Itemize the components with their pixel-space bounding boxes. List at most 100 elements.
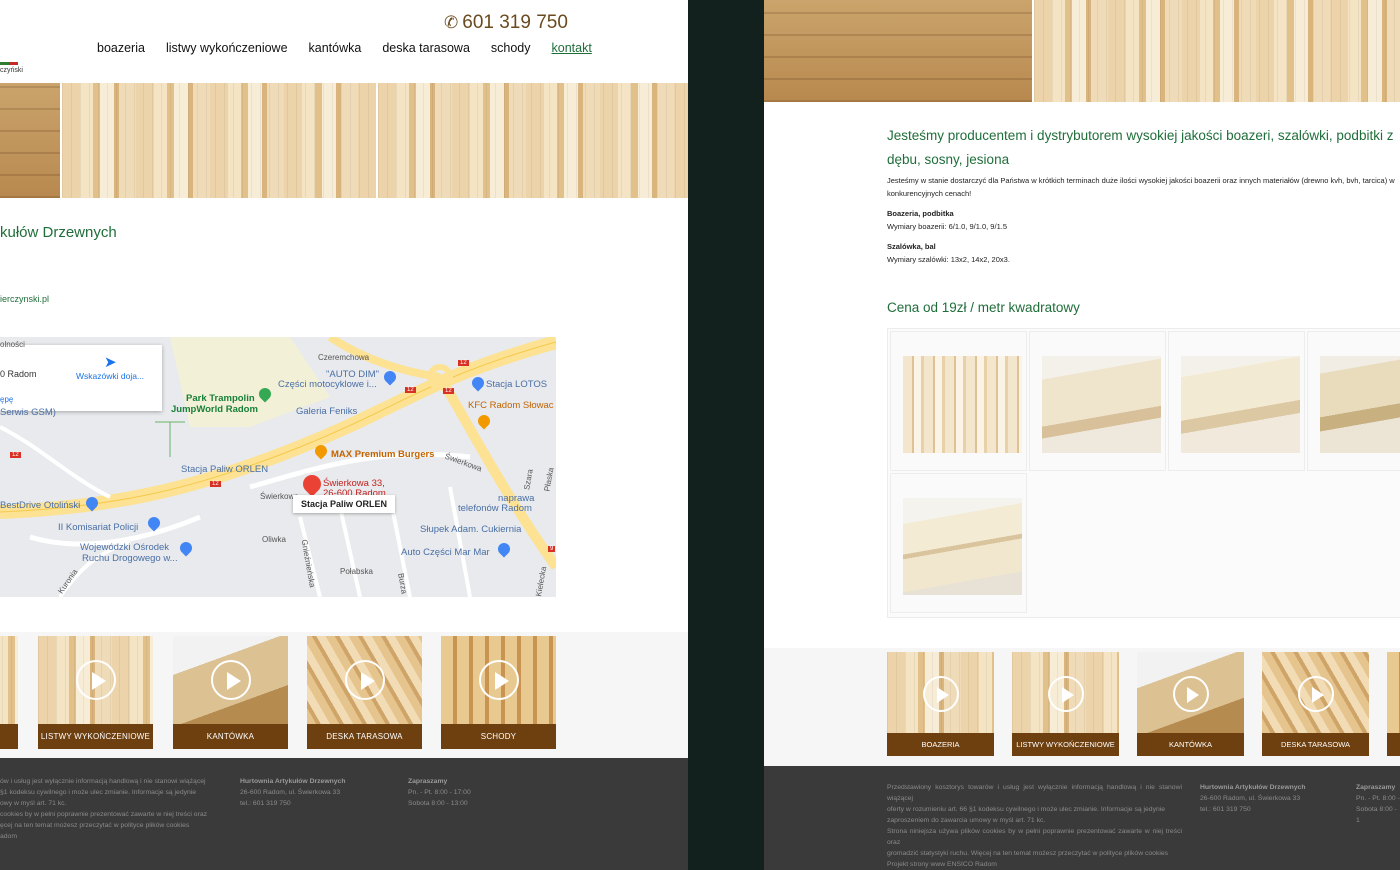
header-banner [0,83,688,198]
email-link[interactable]: ierczynski.pl [0,294,49,304]
directions-icon[interactable]: ➤ [104,353,117,371]
footer-line[interactable]: adom [0,831,222,842]
gallery-item[interactable] [890,331,1027,471]
nav-kontakt[interactable]: kontakt [552,41,592,55]
map-label-bestdrive: BestDrive Otoliński [0,500,81,511]
category-tile-listwy[interactable]: LISTWY WYKOŃCZENIOWE [38,636,153,749]
footer-address: 26-600 Radom, ul. Świerkowa 33 [240,789,341,796]
gallery-image[interactable] [1042,356,1161,453]
footer-hours-saturday: Sobota 8:00 - 1 [1356,806,1397,824]
footer-hours-weekdays: Pn. - Pt. 8:00 - 17:00 [408,789,471,796]
map-larger-link[interactable]: ępę [0,395,13,404]
category-tile-schody[interactable] [1387,652,1400,756]
section-text-boazeria: Wymiary boazerii: 6/1.0, 9/1.0, 9/1.5 [887,222,1007,231]
category-tile-listwy[interactable]: LISTWY WYKOŃCZENIOWE [1012,652,1119,756]
header-banner [764,0,1400,102]
nav-listwy[interactable]: listwy wykończeniowe [166,41,288,55]
page-title: kułów Drzewnych [0,224,117,241]
map-label-komisariat: II Komisariat Policji [58,522,139,533]
footer-line[interactable]: Projekt strony www ENSICO Radom [887,859,1182,870]
gallery-image[interactable] [1181,356,1300,453]
gallery-item[interactable] [1029,331,1166,471]
map-label-wolnosc: olności [0,340,25,349]
footer-line: ów i usług jest wyłącznie informacją han… [0,778,206,785]
map-info-card: 0 Radom ➤ Wskazówki doja... ępę [0,345,162,411]
gallery-item[interactable] [1168,331,1305,471]
map-directions-link[interactable]: Wskazówki doja... [76,371,144,381]
footer-hours: Zapraszamy Pn. - Pt. 8:00 - Sobota 8:00 … [1356,782,1400,826]
map-label-park: Park Trampolin [186,393,255,404]
footer-hours-title: Zapraszamy [408,778,448,785]
map-label-wodr-2: Ruchu Drogowego w... [82,553,178,564]
map-infobox[interactable]: Stacja Paliw ORLEN [293,495,396,513]
footer-hours: Zapraszamy Pn. - Pt. 8:00 - 17:00 Sobota… [408,776,471,809]
category-label [0,724,18,749]
footer-line: §1 kodeksu cywilnego i może ulec zmianie… [0,789,197,796]
footer-address: 26-600 Radom, ul. Świerkowa 33 [1200,795,1301,802]
footer-disclaimer: ów i usług jest wyłącznie informacją han… [0,776,222,842]
category-tile-boazeria[interactable]: BOAZERIA [887,652,994,756]
footer-phone[interactable]: tel.: 601 319 750 [1200,804,1306,815]
play-icon[interactable] [922,676,959,712]
footer-hours-saturday: Sobota 8:00 - 13:00 [408,800,468,807]
category-tile-deska-tarasowa[interactable]: DESKA TARASOWA [1262,652,1369,756]
footer-line[interactable]: ęcej na ten temat możesz przeczytać w po… [0,820,222,831]
map-label-lotos: Stacja LOTOS [486,379,548,390]
footer-line[interactable]: gromadzić statystyki ruchu. Więcej na te… [887,848,1182,859]
map-label-park-2: JumpWorld Radom [171,404,258,415]
google-map[interactable]: 0 Radom ➤ Wskazówki doja... ępę Park Tra… [0,337,556,597]
play-icon[interactable] [210,660,251,700]
section-title-boazeria: Boazeria, podbitka [887,209,954,218]
category-tile-kantowka[interactable]: KANTÓWKA [1137,652,1244,756]
product-page-screenshot: Jesteśmy producentem i dystrybutorem wys… [764,0,1400,870]
play-icon[interactable] [1172,676,1209,712]
phone-icon: ✆ [444,13,459,32]
map-card-address: 0 Radom [0,369,37,379]
category-label [1387,733,1400,756]
category-label: LISTWY WYKOŃCZENIOWE [1012,733,1119,756]
gallery-item[interactable] [890,473,1027,613]
logo-text[interactable]: czyński [0,67,23,74]
map-label-max-burgers: MAX Premium Burgers [331,449,435,460]
play-icon[interactable] [1047,676,1084,712]
gallery-image[interactable] [903,498,1022,595]
footer-disclaimer: Przedstawiony kosztorys towarów i usług … [887,782,1182,870]
gallery-item[interactable] [1307,331,1400,471]
nav-boazeria[interactable]: boazeria [97,41,145,55]
category-label: DESKA TARASOWA [1262,733,1369,756]
site-footer: Przedstawiony kosztorys towarów i usług … [764,766,1400,870]
footer-company-title: Hurtownia Artykułów Drzewnych [240,778,346,785]
nav-schody[interactable]: schody [491,41,531,55]
section-text-szalowka: Wymiary szalówki: 13x2, 14x2, 20x3. [887,255,1010,264]
category-label: KANTÓWKA [173,724,288,749]
footer-hours-title: Zapraszamy [1356,784,1396,791]
header-phone[interactable]: ✆ 601 319 750 [444,12,568,34]
category-tile-schody[interactable]: SCHODY [441,636,556,749]
category-tile-kantowka[interactable]: KANTÓWKA [173,636,288,749]
play-icon[interactable] [478,660,519,700]
banner-image-planks [378,83,688,198]
footer-company: Hurtownia Artykułów Drzewnych 26-600 Rad… [240,776,346,809]
play-icon[interactable] [344,660,385,700]
footer-phone[interactable]: tel.: 601 319 750 [240,798,346,809]
footer-line: owy w myśl art. 71 kc. [0,800,67,807]
logo-flag [0,62,18,65]
map-label-feniks: Galeria Feniks [296,406,358,417]
main-nav: boazeria listwy wykończeniowe kantówka d… [97,41,592,55]
footer-line: oferty w rozumieniu art. 66 §1 kodeksu c… [887,806,1166,813]
play-icon[interactable] [1297,676,1334,712]
map-label-oliwka: Oliwka [262,535,287,544]
nav-kantowka[interactable]: kantówka [309,41,362,55]
footer-hours-weekdays: Pn. - Pt. 8:00 - [1356,795,1400,802]
gallery-image[interactable] [903,356,1022,453]
gallery-image[interactable] [1320,356,1400,453]
footer-line: zaproszeniem do zawarcia umowy w myśl ar… [887,817,1046,824]
footer-line: Strona niniejsza używa plików cookies by… [887,828,1182,846]
banner-image-boards [62,83,376,198]
map-label-wodr: Wojewódzki Ośrodek [80,542,170,553]
category-tile-boazeria[interactable] [0,636,18,749]
category-tile-deska-tarasowa[interactable]: DESKA TARASOWA [307,636,422,749]
play-icon[interactable] [75,660,116,700]
nav-deska-tarasowa[interactable]: deska tarasowa [382,41,470,55]
map-label-slupek: Słupek Adam. Cukiernia [420,524,522,535]
